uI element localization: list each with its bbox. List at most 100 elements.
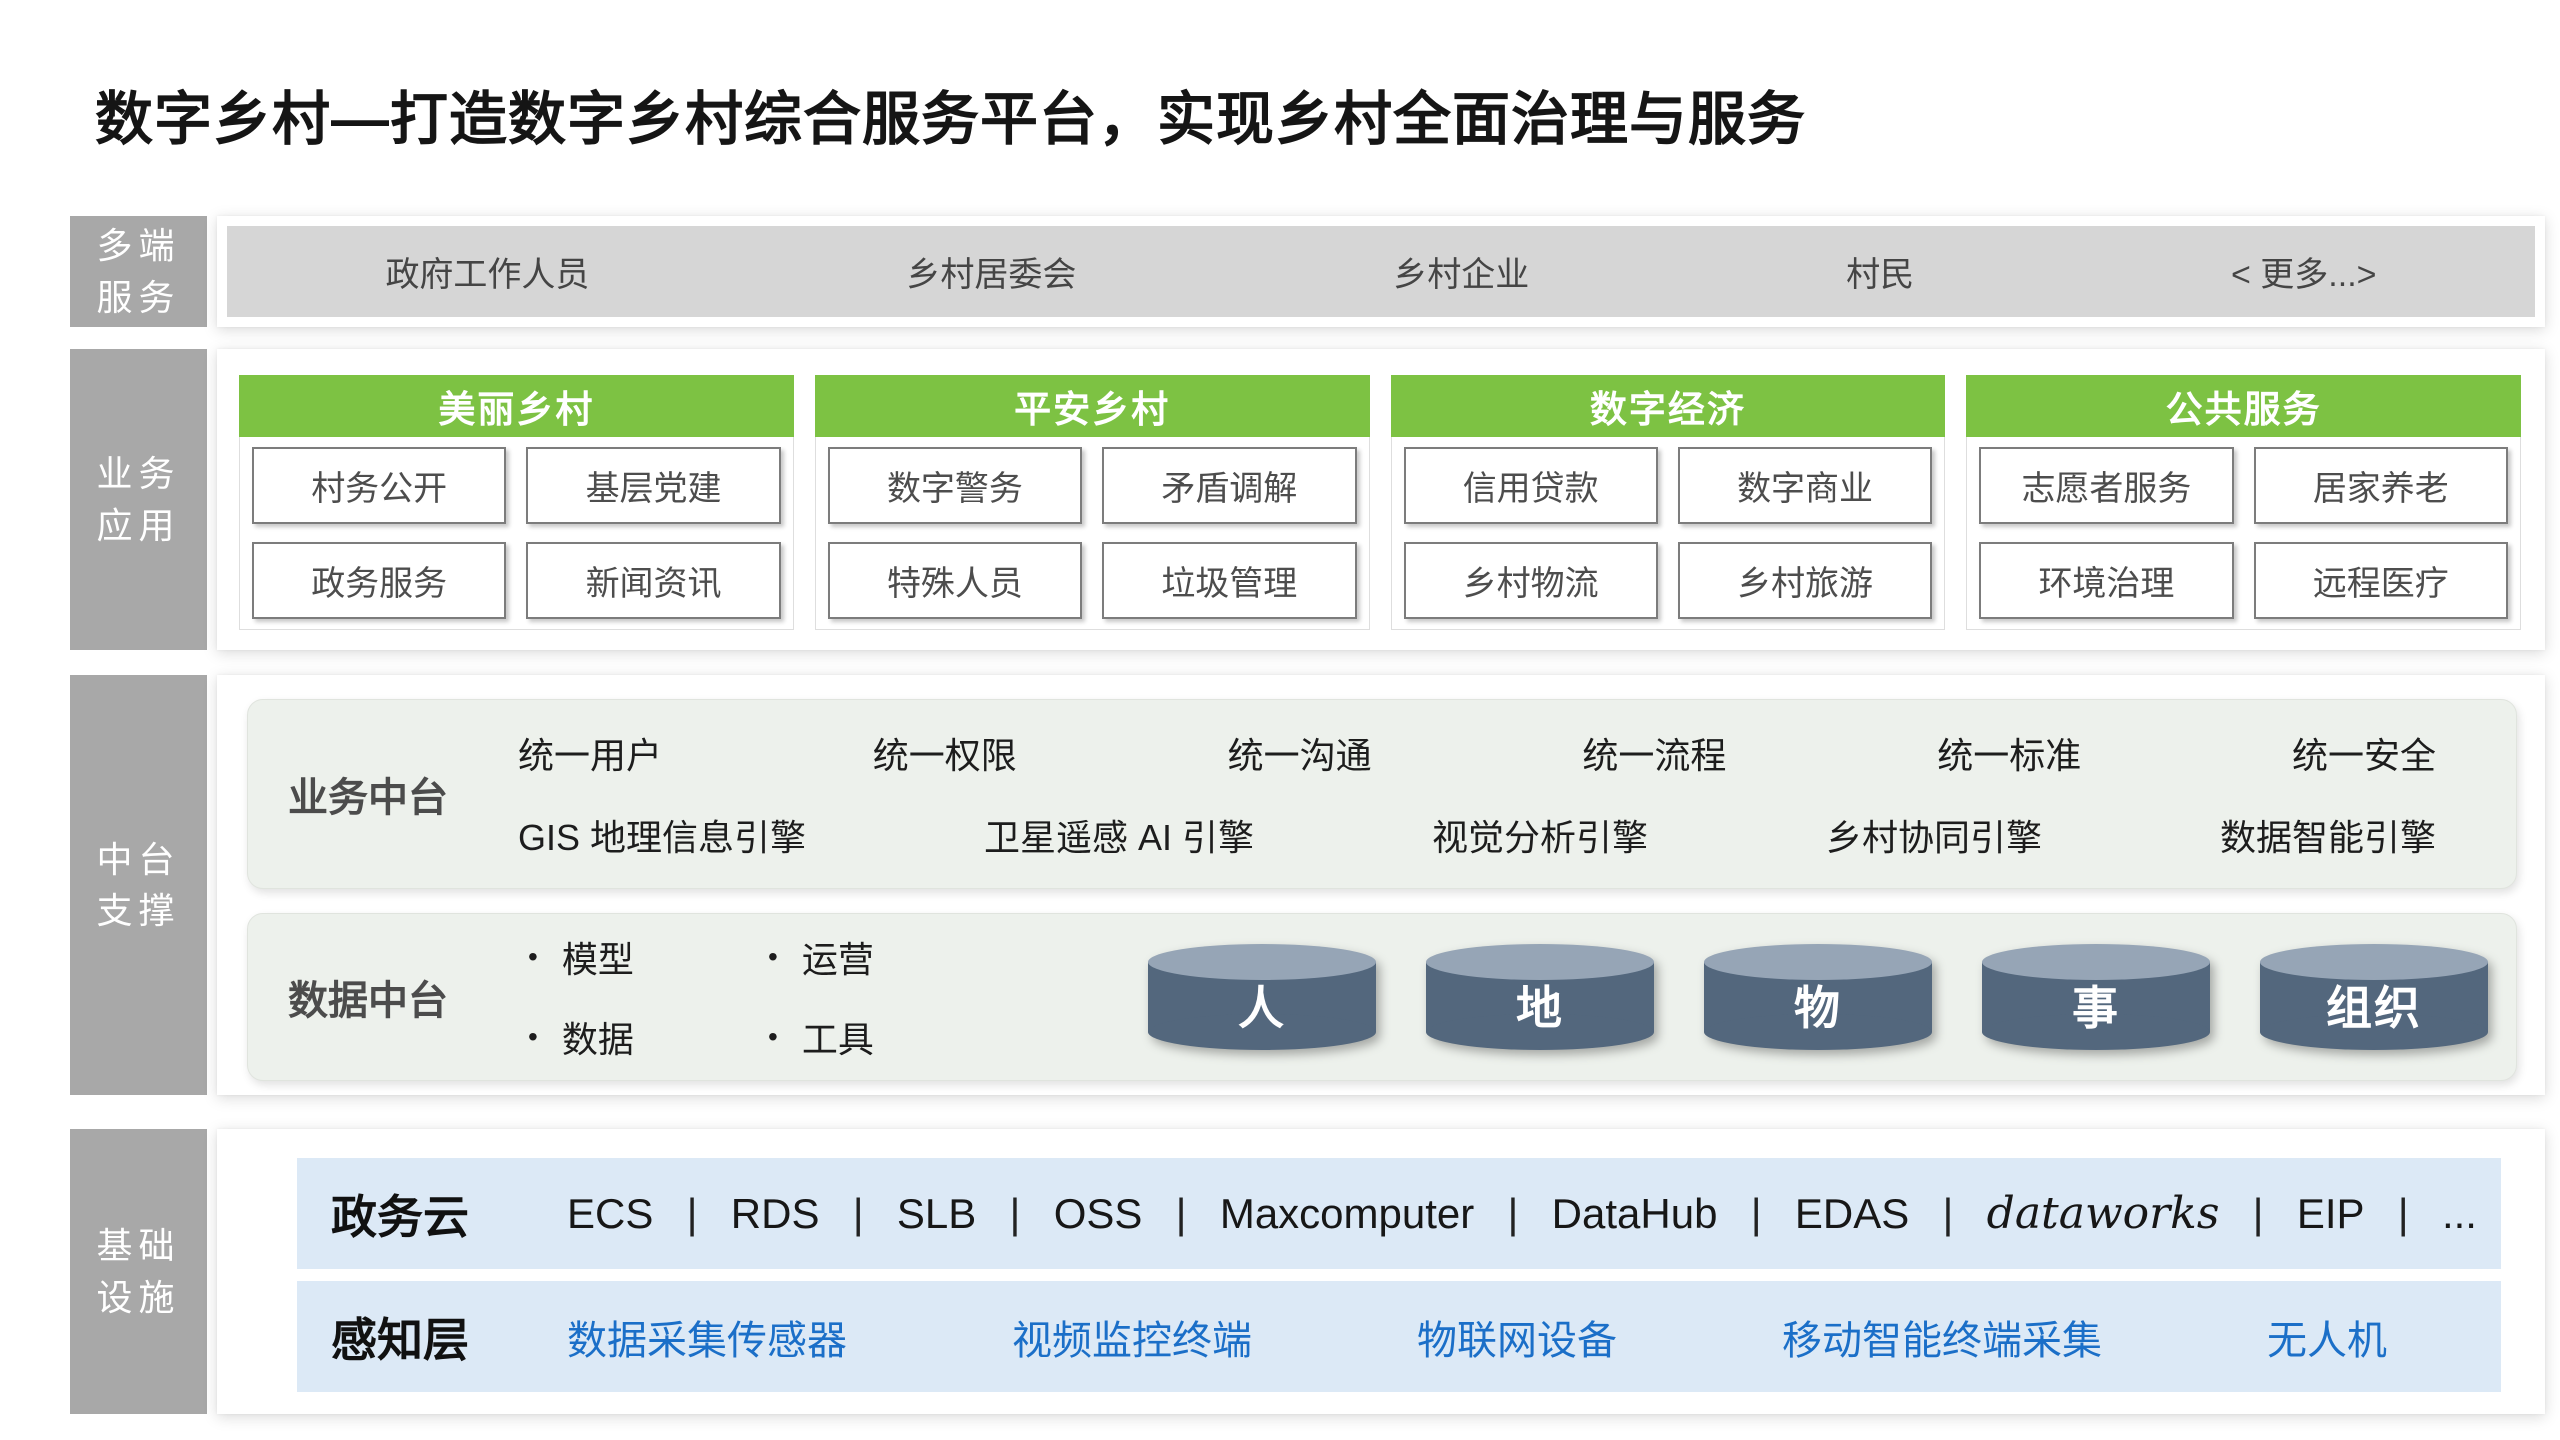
cloud-service: EDAS	[1795, 1190, 1909, 1238]
separator: |	[853, 1190, 864, 1238]
engine-item: 乡村协同引擎	[1826, 809, 2042, 861]
app-box: 信用贷款	[1404, 447, 1658, 524]
panel-header: 平安乡村	[815, 375, 1370, 437]
bullet-label: 运营	[802, 931, 874, 983]
app-box: 志愿者服务	[1979, 447, 2233, 524]
capability-item: 统一流程	[1582, 727, 1726, 779]
bullet-column: • 运营 • 工具	[768, 931, 938, 1063]
panel-safe-village: 平安乡村 数字警务 矛盾调解 特殊人员 垃圾管理	[815, 375, 1370, 630]
infrastructure-row: 基础 设施 政务云 ECS | RDS | SLB | OSS | Maxcom…	[70, 1129, 2545, 1414]
bullet-column: • 模型 • 数据	[528, 931, 698, 1063]
more-link[interactable]: < 更多...>	[2231, 247, 2377, 296]
cylinder-label: 人	[1148, 964, 1376, 1046]
bullet-label: 工具	[802, 1011, 874, 1063]
panel-public-service: 公共服务 志愿者服务 居家养老 环境治理 远程医疗	[1966, 375, 2521, 630]
separator: |	[1176, 1190, 1187, 1238]
capability-item: 统一用户	[518, 727, 662, 779]
cloud-services-list: ECS | RDS | SLB | OSS | Maxcomputer | Da…	[567, 1188, 2501, 1239]
business-apps-row: 业务 应用 美丽乡村 村务公开 基层党建 政务服务 新闻资讯 平安乡村 数字警务…	[70, 349, 2545, 650]
row-label-middle-platform: 中台 支撑	[70, 675, 207, 1095]
app-box: 特殊人员	[828, 542, 1082, 619]
multi-terminal-row: 多端 服务 政府工作人员 乡村居委会 乡村企业 村民 < 更多...>	[70, 216, 2545, 327]
bullet-label: 模型	[562, 931, 634, 983]
engines-row: GIS 地理信息引擎 卫星遥感 AI 引擎 视觉分析引擎 乡村协同引擎 数据智能…	[518, 809, 2436, 861]
app-box: 乡村物流	[1404, 542, 1658, 619]
database-cylinder-land: 地	[1426, 962, 1654, 1032]
database-cylinder-people: 人	[1148, 962, 1376, 1032]
cylinder-label: 地	[1426, 964, 1654, 1046]
terminal-bar: 政府工作人员 乡村居委会 乡村企业 村民 < 更多...>	[227, 226, 2535, 317]
data-middle-platform-box: 数据中台 • 模型 • 数据 •	[247, 913, 2517, 1081]
cloud-service: SLB	[897, 1190, 976, 1238]
panel-body: 信用贷款 数字商业 乡村物流 乡村旅游	[1391, 437, 1946, 630]
perception-link-iot[interactable]: 物联网设备	[1417, 1308, 1617, 1366]
app-box: 乡村旅游	[1678, 542, 1932, 619]
separator: |	[1010, 1190, 1021, 1238]
app-box: 垃圾管理	[1102, 542, 1356, 619]
app-box: 政务服务	[252, 542, 506, 619]
cloud-services-ellipsis: ...	[2442, 1190, 2477, 1238]
capability-item: 统一安全	[2292, 727, 2436, 779]
app-box: 数字商业	[1678, 447, 1932, 524]
perception-layer-title: 感知层	[331, 1304, 469, 1370]
app-box: 基层党建	[526, 447, 780, 524]
middle-platform-card: 业务中台 统一用户 统一权限 统一沟通 统一流程 统一标准 统一安全 GIS 地…	[217, 675, 2545, 1095]
database-cylinder-events: 事	[1982, 962, 2210, 1032]
business-middle-platform-box: 业务中台 统一用户 统一权限 统一沟通 统一流程 统一标准 统一安全 GIS 地…	[247, 699, 2517, 889]
terminal-item-enterprise: 乡村企业	[1393, 247, 1529, 296]
cloud-service: OSS	[1054, 1190, 1143, 1238]
bullet-label: 数据	[562, 1011, 634, 1063]
panel-header: 美丽乡村	[239, 375, 794, 437]
business-middle-platform-title: 业务中台	[248, 765, 478, 823]
app-box: 矛盾调解	[1102, 447, 1356, 524]
data-cylinders: 人 地 物 事 组织	[938, 944, 2516, 1050]
row-label-business-apps: 业务 应用	[70, 349, 207, 650]
panel-body: 数字警务 矛盾调解 特殊人员 垃圾管理	[815, 437, 1370, 630]
bullet-icon: •	[528, 1021, 538, 1053]
separator: |	[1751, 1190, 1762, 1238]
separator: |	[1942, 1190, 1953, 1238]
perception-link-drone[interactable]: 无人机	[2267, 1308, 2387, 1366]
perception-link-sensor[interactable]: 数据采集传感器	[567, 1308, 847, 1366]
separator: |	[2398, 1190, 2409, 1238]
perception-link-mobile[interactable]: 移动智能终端采集	[1782, 1308, 2102, 1366]
terminal-item-government: 政府工作人员	[385, 247, 589, 296]
panel-body: 村务公开 基层党建 政务服务 新闻资讯	[239, 437, 794, 630]
perception-layer-bar: 感知层 数据采集传感器 视频监控终端 物联网设备 移动智能终端采集 无人机	[297, 1281, 2501, 1392]
cloud-service: DataHub	[1552, 1190, 1718, 1238]
gov-cloud-bar: 政务云 ECS | RDS | SLB | OSS | Maxcomputer …	[297, 1158, 2501, 1269]
panel-header: 数字经济	[1391, 375, 1946, 437]
perception-devices-list: 数据采集传感器 视频监控终端 物联网设备 移动智能终端采集 无人机	[567, 1308, 2387, 1366]
gov-cloud-title: 政务云	[331, 1181, 469, 1247]
app-box: 村务公开	[252, 447, 506, 524]
panel-digital-economy: 数字经济 信用贷款 数字商业 乡村物流 乡村旅游	[1391, 375, 1946, 630]
panel-beautiful-village: 美丽乡村 村务公开 基层党建 政务服务 新闻资讯	[239, 375, 794, 630]
engine-item: 数据智能引擎	[2220, 809, 2436, 861]
panel-header: 公共服务	[1966, 375, 2521, 437]
app-box: 新闻资讯	[526, 542, 780, 619]
database-cylinder-things: 物	[1704, 962, 1932, 1032]
row-label-multi-terminal: 多端 服务	[70, 216, 207, 327]
engine-item: 视觉分析引擎	[1432, 809, 1648, 861]
cloud-service-dataworks: dataworks	[1987, 1188, 2220, 1239]
bullet-icon: •	[528, 941, 538, 973]
infrastructure-card: 政务云 ECS | RDS | SLB | OSS | Maxcomputer …	[217, 1129, 2545, 1414]
middle-platform-row: 中台 支撑 业务中台 统一用户 统一权限 统一沟通 统一流程 统一标准 统一安全…	[70, 675, 2545, 1095]
cylinder-label: 组织	[2260, 964, 2488, 1046]
data-middle-platform-title: 数据中台	[248, 968, 478, 1026]
bullet-item: • 数据	[528, 1011, 698, 1063]
bullet-icon: •	[768, 941, 778, 973]
slide-canvas: 数字乡村—打造数字乡村综合服务平台，实现乡村全面治理与服务 多端 服务 政府工作…	[0, 0, 2560, 1440]
data-platform-bullets: • 模型 • 数据 • 运营 •	[528, 931, 938, 1063]
cloud-service: EIP	[2297, 1190, 2365, 1238]
separator: |	[1508, 1190, 1519, 1238]
separator: |	[2253, 1190, 2264, 1238]
row-label-infrastructure: 基础 设施	[70, 1129, 207, 1414]
capability-item: 统一标准	[1937, 727, 2081, 779]
business-middle-platform-items: 统一用户 统一权限 统一沟通 统一流程 统一标准 统一安全 GIS 地理信息引擎…	[478, 727, 2516, 861]
app-box: 数字警务	[828, 447, 1082, 524]
perception-link-video[interactable]: 视频监控终端	[1012, 1308, 1252, 1366]
multi-terminal-card: 政府工作人员 乡村居委会 乡村企业 村民 < 更多...>	[217, 216, 2545, 327]
separator: |	[687, 1190, 698, 1238]
app-box: 远程医疗	[2254, 542, 2508, 619]
